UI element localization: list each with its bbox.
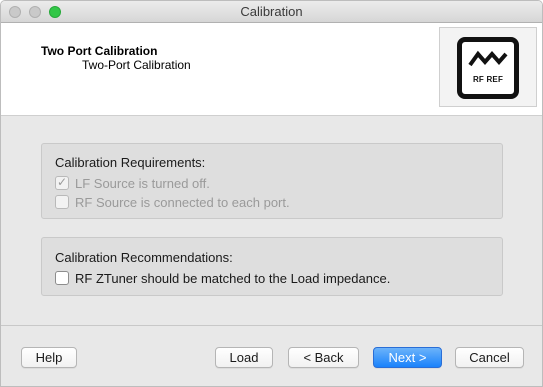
logo-text: RF REF [472,75,504,84]
rf-ref-logo-icon: RF REF [457,37,519,99]
recommendations-title: Calibration Recommendations: [55,250,233,265]
requirement-lf-source-checkbox: ✓ [55,175,69,190]
requirement-rf-source: RF Source is connected to each port. [55,194,290,210]
back-button[interactable]: < Back [288,347,359,368]
requirement-lf-source: ✓ LF Source is turned off. [55,175,210,191]
header-title: Two Port Calibration [41,44,158,58]
requirement-rf-source-checkbox [55,195,69,209]
requirement-lf-source-label: LF Source is turned off. [75,175,210,191]
cancel-button[interactable]: Cancel [455,347,524,368]
footer-separator [1,325,542,326]
window-title: Calibration [240,4,303,19]
recommendation-ztuner[interactable]: RF ZTuner should be matched to the Load … [55,270,390,286]
requirements-group: Calibration Requirements: ✓ LF Source is… [41,143,503,219]
calibration-window: Calibration Two Port Calibration Two-Por… [0,0,543,387]
title-bar: Calibration [1,1,542,23]
checkmark-icon: ✓ [57,175,68,189]
next-button[interactable]: Next > [373,347,442,368]
help-button[interactable]: Help [21,347,77,368]
load-button[interactable]: Load [215,347,273,368]
requirement-rf-source-label: RF Source is connected to each port. [75,194,290,210]
recommendation-ztuner-checkbox[interactable] [55,271,69,285]
wizard-header: Two Port Calibration Two-Port Calibratio… [1,23,542,116]
requirements-title: Calibration Requirements: [55,155,206,170]
recommendations-group: Calibration Recommendations: RF ZTuner s… [41,237,503,296]
logo-panel: RF REF [439,27,537,107]
header-subtitle: Two-Port Calibration [82,58,191,72]
recommendation-ztuner-label[interactable]: RF ZTuner should be matched to the Load … [75,271,390,286]
